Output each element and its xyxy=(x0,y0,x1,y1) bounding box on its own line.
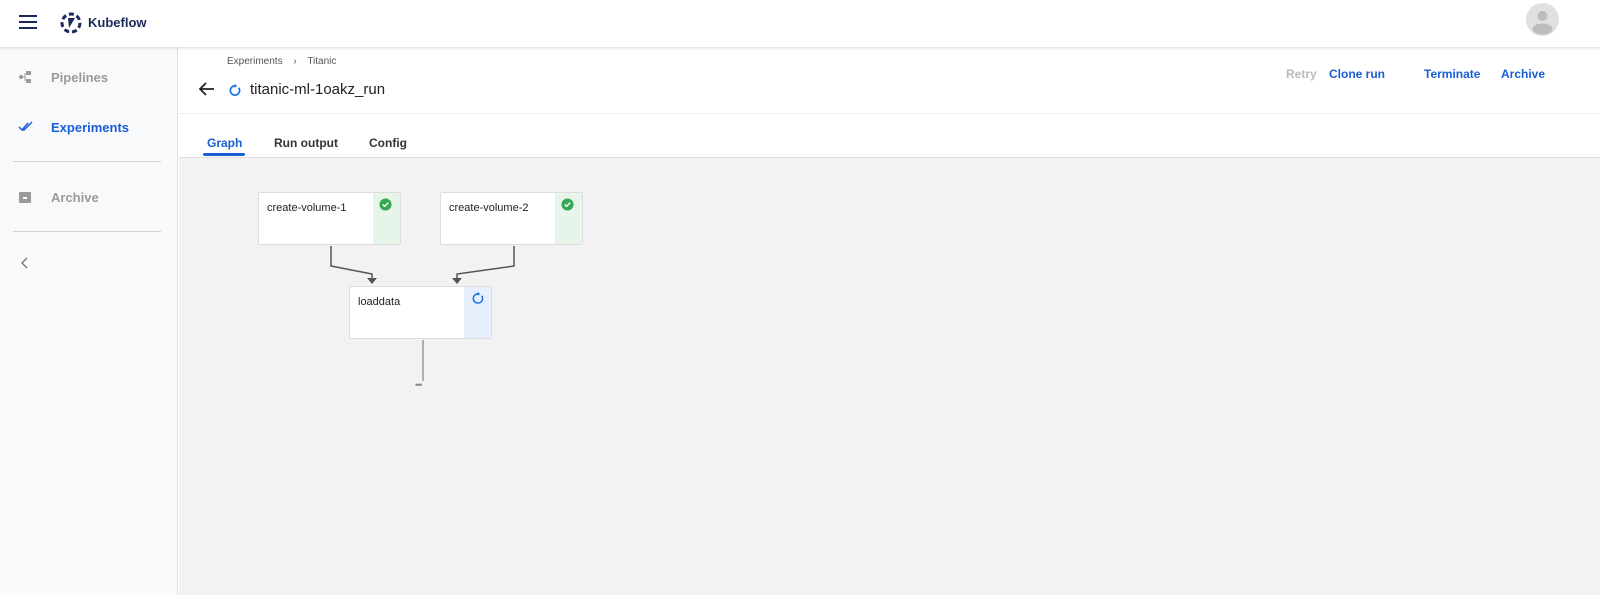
sidebar-item-archive[interactable]: Archive xyxy=(18,185,99,209)
success-check-icon xyxy=(379,198,392,211)
menu-icon[interactable] xyxy=(19,15,37,29)
breadcrumb-titanic[interactable]: Titanic xyxy=(307,56,336,67)
edge-arrow xyxy=(452,278,462,284)
archive-icon xyxy=(19,191,31,203)
retry-button[interactable]: Retry xyxy=(1286,67,1317,81)
success-check-icon xyxy=(561,198,574,211)
terminate-button[interactable]: Terminate xyxy=(1424,67,1480,81)
sidebar-item-label: Pipelines xyxy=(51,69,109,85)
sidebar: Pipelines Experiments Archive xyxy=(0,47,178,595)
sidebar-item-pipelines[interactable]: Pipelines xyxy=(18,65,108,89)
edge xyxy=(456,246,515,280)
archive-button[interactable]: Archive xyxy=(1501,67,1545,81)
more-nodes-ellipsis[interactable]: ••• xyxy=(415,380,423,390)
collapse-chevron-icon[interactable] xyxy=(20,257,30,269)
graph-node-create-volume-1[interactable]: create-volume-1 xyxy=(258,192,401,245)
active-tab-indicator xyxy=(203,153,245,156)
top-bar: Kubeflow xyxy=(0,0,1600,47)
main-content: Experiments › Titanic titanic-ml-1oakz_r… xyxy=(179,47,1600,595)
graph-canvas[interactable]: create-volume-1 create-volume-2 loaddata… xyxy=(179,157,1600,595)
running-status-icon xyxy=(472,292,484,304)
divider xyxy=(13,161,161,162)
node-name: create-volume-1 xyxy=(267,202,347,214)
page-title: titanic-ml-1oakz_run xyxy=(250,81,386,98)
running-status-icon xyxy=(229,84,241,96)
graph-node-loaddata[interactable]: loaddata xyxy=(349,286,492,339)
divider xyxy=(179,113,1600,114)
edge-arrow xyxy=(367,278,377,284)
divider xyxy=(13,231,161,232)
sidebar-item-label: Archive xyxy=(51,189,99,205)
back-arrow-icon[interactable] xyxy=(199,82,215,96)
node-name: create-volume-2 xyxy=(449,202,529,214)
sidebar-item-experiments[interactable]: Experiments xyxy=(18,115,129,139)
clone-run-button[interactable]: Clone run xyxy=(1329,67,1385,81)
kubeflow-logo-icon xyxy=(60,12,82,34)
node-name: loaddata xyxy=(358,296,401,308)
graph-node-create-volume-2[interactable]: create-volume-2 xyxy=(440,192,583,245)
sidebar-item-label: Experiments xyxy=(51,119,130,135)
tab-run-output[interactable]: Run output xyxy=(274,136,338,150)
experiments-icon xyxy=(18,121,33,132)
breadcrumb-separator: › xyxy=(293,56,297,67)
breadcrumb-experiments[interactable]: Experiments xyxy=(227,56,283,67)
breadcrumb: Experiments › Titanic xyxy=(227,56,336,67)
pipelines-icon xyxy=(19,71,31,83)
tab-config[interactable]: Config xyxy=(369,136,407,150)
tab-graph[interactable]: Graph xyxy=(207,136,242,150)
avatar[interactable] xyxy=(1526,3,1559,36)
edge xyxy=(330,246,373,280)
brand-name: Kubeflow xyxy=(88,15,147,30)
